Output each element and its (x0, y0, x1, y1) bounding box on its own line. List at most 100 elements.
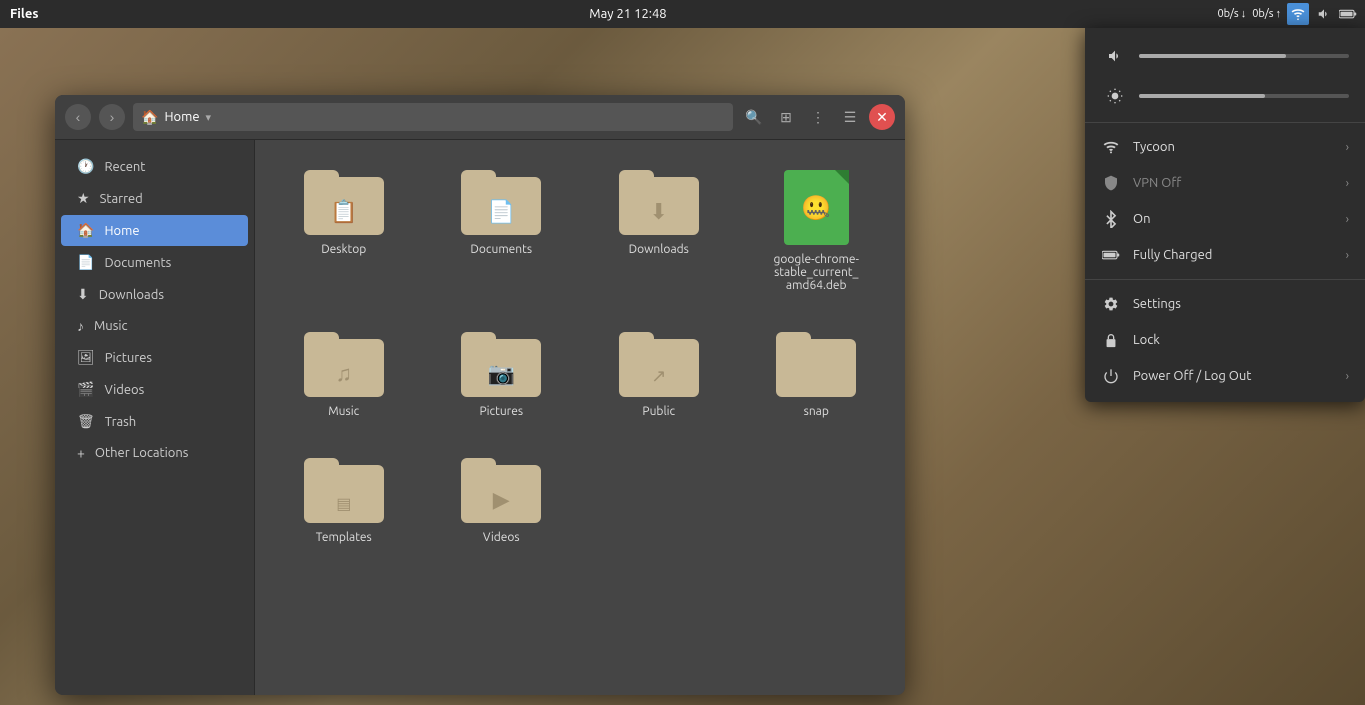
sidebar-label-downloads: Downloads (99, 288, 164, 302)
tray-divider-2 (1085, 279, 1365, 280)
sound-indicator[interactable] (1315, 5, 1333, 23)
file-label-videos: Videos (483, 531, 520, 544)
tray-vpn-chevron: › (1346, 177, 1349, 190)
topbar-right: 0b/s ↓ 0b/s ↑ (1217, 3, 1365, 25)
folder-icon-public: ↗ (619, 332, 699, 397)
sidebar-item-starred[interactable]: ★ Starred (61, 183, 248, 214)
tray-power-label: Power Off / Log Out (1133, 369, 1334, 383)
tray-battery-item[interactable]: Fully Charged › (1085, 237, 1365, 273)
location-label: Home (164, 110, 199, 124)
pictures-folder-inner-icon: 📷 (488, 361, 515, 387)
bluetooth-tray-icon (1104, 210, 1118, 228)
sort-button[interactable]: ⋮ (805, 104, 831, 130)
brightness-slider[interactable] (1139, 94, 1349, 98)
documents-folder-inner-icon: 📄 (488, 199, 515, 225)
tray-wifi-item[interactable]: Tycoon › (1085, 129, 1365, 165)
gear-tray-icon (1103, 296, 1119, 312)
file-label-music: Music (328, 405, 359, 418)
folder-icon-downloads: ⬇ (619, 170, 699, 235)
net-upload-stat: 0b/s ↑ (1252, 8, 1281, 20)
menu-button[interactable]: ☰ (837, 104, 863, 130)
view-toggle-button[interactable]: ⊞ (773, 104, 799, 130)
file-item-public[interactable]: ↗ Public (590, 322, 728, 428)
music-folder-inner-icon: ♫ (336, 361, 353, 387)
pictures-icon: 🖼 (77, 349, 95, 366)
file-item-music[interactable]: ♫ Music (275, 322, 413, 428)
nav-forward-button[interactable]: › (99, 104, 125, 130)
tray-vpn-icon (1101, 173, 1121, 193)
tray-power-icon (1101, 366, 1121, 386)
file-item-templates[interactable]: ▤ Templates (275, 448, 413, 554)
sidebar-label-documents: Documents (104, 256, 171, 270)
volume-slider[interactable] (1139, 54, 1349, 58)
sidebar-label-home: Home (104, 224, 139, 238)
tray-settings-icon (1101, 294, 1121, 314)
sidebar-item-home[interactable]: 🏠 Home (61, 215, 248, 246)
files-grid: 📋 Desktop 📄 Documents (275, 160, 885, 554)
search-button[interactable]: 🔍 (741, 104, 767, 130)
folder-icon-templates: ▤ (304, 458, 384, 523)
file-item-chrome-deb[interactable]: 🤐 google-chrome-stable_current_amd64.deb (748, 160, 886, 302)
datetime: May 21 12:48 (38, 7, 1217, 21)
sidebar-item-documents[interactable]: 📄 Documents (61, 247, 248, 278)
volume-row[interactable] (1085, 36, 1365, 76)
sidebar-item-other-locations[interactable]: + Other Locations (61, 438, 248, 468)
close-button[interactable]: ✕ (869, 104, 895, 130)
sidebar-item-recent[interactable]: 🕐 Recent (61, 151, 248, 182)
folder-icon-documents: 📄 (461, 170, 541, 235)
file-label-desktop: Desktop (321, 243, 366, 256)
tray-wifi-icon (1101, 137, 1121, 157)
sidebar-item-music[interactable]: ♪ Music (61, 311, 248, 341)
wifi-tray-icon (1103, 140, 1119, 154)
location-bar[interactable]: 🏠 Home ▾ (133, 103, 733, 131)
down-arrow-icon: ↓ (1241, 8, 1247, 20)
window-titlebar: ‹ › 🏠 Home ▾ 🔍 ⊞ ⋮ ☰ ✕ (55, 95, 905, 140)
trash-icon: 🗑 (77, 413, 95, 430)
sidebar-item-downloads[interactable]: ⬇ Downloads (61, 279, 248, 310)
brightness-slider-fill (1139, 94, 1265, 98)
battery-icon (1339, 7, 1357, 21)
tray-bluetooth-item[interactable]: On › (1085, 201, 1365, 237)
tray-lock-item[interactable]: Lock (1085, 322, 1365, 358)
files-window: ‹ › 🏠 Home ▾ 🔍 ⊞ ⋮ ☰ ✕ 🕐 Recent ★ Starre… (55, 95, 905, 695)
folder-icon-snap (776, 332, 856, 397)
up-arrow-icon: ↑ (1276, 8, 1282, 20)
net-up-value: 0b/s (1252, 8, 1273, 20)
tray-divider-1 (1085, 122, 1365, 123)
home-icon: 🏠 (141, 109, 158, 126)
topbar: Files May 21 12:48 0b/s ↓ 0b/s ↑ (0, 0, 1365, 28)
brightness-row[interactable] (1085, 76, 1365, 116)
file-label-pictures: Pictures (479, 405, 523, 418)
tray-vpn-label: VPN Off (1133, 176, 1334, 190)
speaker-tray-icon (1107, 48, 1123, 64)
sidebar-item-trash[interactable]: 🗑 Trash (61, 406, 248, 437)
volume-slider-fill (1139, 54, 1286, 58)
file-item-desktop[interactable]: 📋 Desktop (275, 160, 413, 302)
file-label-templates: Templates (316, 531, 372, 544)
lock-tray-icon (1104, 332, 1118, 348)
tray-battery-icon (1101, 245, 1121, 265)
tray-power-item[interactable]: Power Off / Log Out › (1085, 358, 1365, 394)
home-sidebar-icon: 🏠 (77, 222, 94, 239)
sidebar-item-pictures[interactable]: 🖼 Pictures (61, 342, 248, 373)
file-item-downloads[interactable]: ⬇ Downloads (590, 160, 728, 302)
file-item-snap[interactable]: snap (748, 322, 886, 428)
wifi-indicator[interactable] (1287, 3, 1309, 25)
sidebar-item-videos[interactable]: 🎬 Videos (61, 374, 248, 405)
nav-back-button[interactable]: ‹ (65, 104, 91, 130)
file-label-documents: Documents (470, 243, 532, 256)
file-item-pictures[interactable]: 📷 Pictures (433, 322, 571, 428)
tray-battery-label: Fully Charged (1133, 248, 1334, 262)
tray-vpn-item[interactable]: VPN Off › (1085, 165, 1365, 201)
titlebar-actions: 🔍 ⊞ ⋮ ☰ ✕ (741, 104, 895, 130)
battery-indicator[interactable] (1339, 5, 1357, 23)
zip-icon: 🤐 (801, 194, 831, 222)
file-item-documents[interactable]: 📄 Documents (433, 160, 571, 302)
battery-tray-icon (1102, 248, 1120, 262)
file-label-snap: snap (804, 405, 829, 418)
system-tray-popup: Tycoon › VPN Off › On › Fully (1085, 28, 1365, 402)
sidebar-label-recent: Recent (104, 160, 145, 174)
tray-settings-label: Settings (1133, 297, 1349, 311)
file-item-videos[interactable]: ▶ Videos (433, 448, 571, 554)
tray-settings-item[interactable]: Settings (1085, 286, 1365, 322)
